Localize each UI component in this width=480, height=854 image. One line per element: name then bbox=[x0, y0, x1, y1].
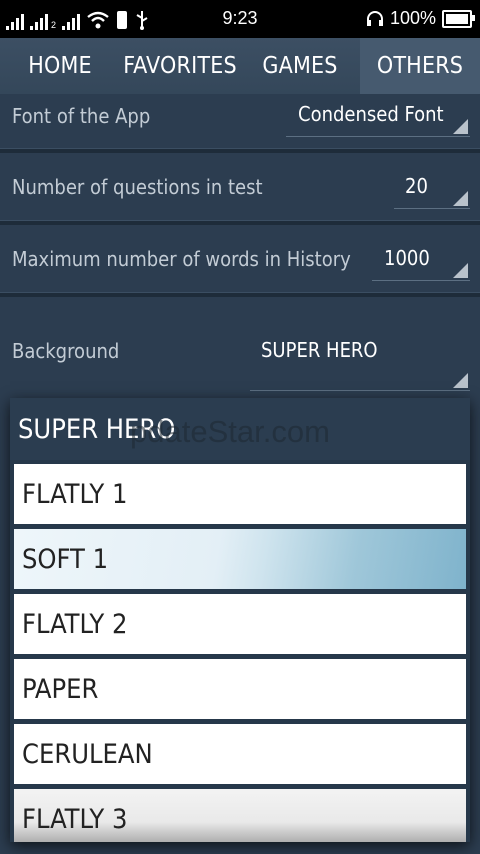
tab-others[interactable]: OTHERS bbox=[360, 38, 480, 94]
battery-percent: 100% bbox=[389, 8, 436, 28]
background-dropdown: SUPER HERO FLATLY 1 SOFT 1 FLATLY 2 PAPE… bbox=[10, 398, 470, 842]
spinner-arrow-icon bbox=[453, 119, 468, 134]
setting-background-row: Background SUPER HERO bbox=[0, 296, 480, 396]
questions-value: 20 bbox=[405, 174, 428, 198]
dropdown-option[interactable]: SOFT 1 bbox=[14, 529, 466, 589]
setting-questions-label: Number of questions in test bbox=[12, 175, 263, 199]
dropdown-option[interactable]: FLATLY 2 bbox=[14, 594, 466, 654]
dropdown-option[interactable]: CERULEAN bbox=[14, 724, 466, 784]
questions-spinner[interactable]: 20 bbox=[394, 166, 470, 209]
font-spinner[interactable]: Condensed Font bbox=[286, 94, 470, 137]
setting-font-row: Font of the App Condensed Font bbox=[0, 94, 480, 148]
tab-home[interactable]: HOME bbox=[0, 38, 120, 94]
headset-icon bbox=[366, 10, 383, 26]
status-bar: 2 9:23 100% bbox=[0, 0, 480, 38]
dropdown-option[interactable]: FLATLY 3 bbox=[14, 789, 466, 842]
background-value: SUPER HERO bbox=[261, 338, 378, 362]
dropdown-option[interactable]: FLATLY 1 bbox=[14, 464, 466, 524]
tab-games[interactable]: GAMES bbox=[240, 38, 360, 94]
tab-favorites[interactable]: FAVORITES bbox=[120, 38, 240, 94]
spinner-arrow-icon bbox=[453, 191, 468, 206]
battery-icon bbox=[442, 9, 475, 28]
history-spinner[interactable]: 1000 bbox=[372, 238, 470, 281]
tab-bar: HOME FAVORITES GAMES OTHERS bbox=[0, 38, 480, 94]
status-right-icons: 100% bbox=[366, 8, 475, 29]
watermark-text: pdateStar.com bbox=[130, 414, 330, 449]
spinner-arrow-icon bbox=[453, 263, 468, 278]
dropdown-option[interactable]: PAPER bbox=[14, 659, 466, 719]
setting-history-row: Maximum number of words in History 1000 bbox=[0, 224, 480, 294]
setting-background-label: Background bbox=[12, 339, 120, 363]
setting-questions-row: Number of questions in test 20 bbox=[0, 152, 480, 222]
background-spinner[interactable]: SUPER HERO bbox=[250, 316, 470, 391]
setting-font-label: Font of the App bbox=[12, 104, 151, 128]
setting-history-label: Maximum number of words in History bbox=[12, 247, 351, 271]
font-value: Condensed Font bbox=[298, 102, 444, 126]
history-value: 1000 bbox=[384, 246, 430, 270]
spinner-arrow-icon bbox=[453, 373, 468, 388]
